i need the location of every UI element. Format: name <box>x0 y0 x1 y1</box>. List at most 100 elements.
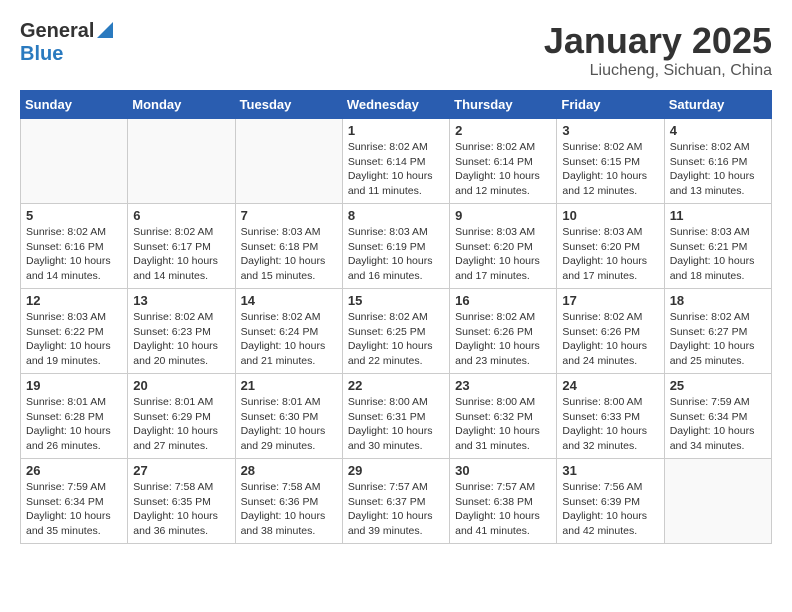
calendar-day-cell: 18 Sunrise: 8:02 AM Sunset: 6:27 PM Dayli… <box>664 289 771 374</box>
calendar-day-header: Saturday <box>664 91 771 119</box>
day-number: 3 <box>562 123 658 138</box>
calendar-day-header: Sunday <box>21 91 128 119</box>
calendar-day-cell: 7Sunrise: 8:03 AM Sunset: 6:18 PM Daylig… <box>235 204 342 289</box>
day-number: 10 <box>562 208 658 223</box>
day-detail: Sunrise: 8:03 AM Sunset: 6:20 PM Dayligh… <box>562 225 658 284</box>
day-number: 9 <box>455 208 551 223</box>
day-number: 27 <box>133 463 229 478</box>
calendar-day-cell: 6 Sunrise: 8:02 AM Sunset: 6:17 PM Daylig… <box>128 204 235 289</box>
day-detail: Sunrise: 8:03 AM Sunset: 6:19 PM Dayligh… <box>348 225 444 284</box>
day-detail: Sunrise: 8:02 AM Sunset: 6:27 PM Dayligh… <box>670 310 766 369</box>
day-detail: Sunrise: 7:57 AM Sunset: 6:38 PM Dayligh… <box>455 480 551 539</box>
day-detail: Sunrise: 8:00 AM Sunset: 6:33 PM Dayligh… <box>562 395 658 454</box>
calendar-day-cell: 20 Sunrise: 8:01 AM Sunset: 6:29 PM Dayli… <box>128 374 235 459</box>
day-number: 31 <box>562 463 658 478</box>
day-detail: Sunrise: 8:03 AM Sunset: 6:20 PM Dayligh… <box>455 225 551 284</box>
day-number: 21 <box>241 378 337 393</box>
day-number: 15 <box>348 293 444 308</box>
day-number: 13 <box>133 293 229 308</box>
calendar-day-header: Tuesday <box>235 91 342 119</box>
calendar-day-cell: 5 Sunrise: 8:02 AM Sunset: 6:16 PM Daylig… <box>21 204 128 289</box>
calendar-week-row: 5 Sunrise: 8:02 AM Sunset: 6:16 PM Daylig… <box>21 204 772 289</box>
calendar-week-row: 19Sunrise: 8:01 AM Sunset: 6:28 PM Dayli… <box>21 374 772 459</box>
day-detail: Sunrise: 8:02 AM Sunset: 6:16 PM Dayligh… <box>26 225 122 284</box>
day-number: 12 <box>26 293 122 308</box>
calendar-day-cell: 25 Sunrise: 7:59 AM Sunset: 6:34 PM Dayli… <box>664 374 771 459</box>
calendar-day-cell: 15 Sunrise: 8:02 AM Sunset: 6:25 PM Dayli… <box>342 289 449 374</box>
day-detail: Sunrise: 8:01 AM Sunset: 6:29 PM Dayligh… <box>133 395 229 454</box>
logo-triangle-icon <box>97 22 113 43</box>
calendar-day-cell: 17Sunrise: 8:02 AM Sunset: 6:26 PM Dayli… <box>557 289 664 374</box>
day-detail: Sunrise: 8:02 AM Sunset: 6:17 PM Dayligh… <box>133 225 229 284</box>
day-detail: Sunrise: 8:02 AM Sunset: 6:25 PM Dayligh… <box>348 310 444 369</box>
day-detail: Sunrise: 8:02 AM Sunset: 6:24 PM Dayligh… <box>241 310 337 369</box>
calendar-day-cell: 29Sunrise: 7:57 AM Sunset: 6:37 PM Dayli… <box>342 459 449 544</box>
calendar-day-header: Friday <box>557 91 664 119</box>
day-number: 1 <box>348 123 444 138</box>
day-number: 20 <box>133 378 229 393</box>
day-number: 7 <box>241 208 337 223</box>
day-detail: Sunrise: 7:56 AM Sunset: 6:39 PM Dayligh… <box>562 480 658 539</box>
day-number: 5 <box>26 208 122 223</box>
calendar-day-cell: 12Sunrise: 8:03 AM Sunset: 6:22 PM Dayli… <box>21 289 128 374</box>
day-detail: Sunrise: 7:57 AM Sunset: 6:37 PM Dayligh… <box>348 480 444 539</box>
title-block: January 2025 Liucheng, Sichuan, China <box>544 20 772 80</box>
calendar-day-cell: 26Sunrise: 7:59 AM Sunset: 6:34 PM Dayli… <box>21 459 128 544</box>
calendar-day-cell: 1 Sunrise: 8:02 AM Sunset: 6:14 PM Daylig… <box>342 119 449 204</box>
day-number: 18 <box>670 293 766 308</box>
day-detail: Sunrise: 8:01 AM Sunset: 6:28 PM Dayligh… <box>26 395 122 454</box>
calendar-day-cell: 22 Sunrise: 8:00 AM Sunset: 6:31 PM Dayli… <box>342 374 449 459</box>
calendar-day-cell: 9 Sunrise: 8:03 AM Sunset: 6:20 PM Daylig… <box>450 204 557 289</box>
day-number: 14 <box>241 293 337 308</box>
calendar-day-header: Monday <box>128 91 235 119</box>
calendar-day-cell: 14 Sunrise: 8:02 AM Sunset: 6:24 PM Dayli… <box>235 289 342 374</box>
day-detail: Sunrise: 8:02 AM Sunset: 6:23 PM Dayligh… <box>133 310 229 369</box>
day-number: 4 <box>670 123 766 138</box>
day-detail: Sunrise: 7:59 AM Sunset: 6:34 PM Dayligh… <box>670 395 766 454</box>
calendar-day-header: Thursday <box>450 91 557 119</box>
day-number: 26 <box>26 463 122 478</box>
day-detail: Sunrise: 8:02 AM Sunset: 6:15 PM Dayligh… <box>562 140 658 199</box>
day-detail: Sunrise: 8:01 AM Sunset: 6:30 PM Dayligh… <box>241 395 337 454</box>
calendar-day-cell: 10 Sunrise: 8:03 AM Sunset: 6:20 PM Dayli… <box>557 204 664 289</box>
calendar-day-cell: 23Sunrise: 8:00 AM Sunset: 6:32 PM Dayli… <box>450 374 557 459</box>
day-number: 22 <box>348 378 444 393</box>
day-number: 6 <box>133 208 229 223</box>
calendar-day-cell: 31 Sunrise: 7:56 AM Sunset: 6:39 PM Dayli… <box>557 459 664 544</box>
calendar-week-row: 12Sunrise: 8:03 AM Sunset: 6:22 PM Dayli… <box>21 289 772 374</box>
day-detail: Sunrise: 8:00 AM Sunset: 6:31 PM Dayligh… <box>348 395 444 454</box>
logo-general-text: General <box>20 20 94 43</box>
day-detail: Sunrise: 8:02 AM Sunset: 6:16 PM Dayligh… <box>670 140 766 199</box>
calendar-week-row: 26Sunrise: 7:59 AM Sunset: 6:34 PM Dayli… <box>21 459 772 544</box>
calendar-day-header: Wednesday <box>342 91 449 119</box>
day-detail: Sunrise: 8:02 AM Sunset: 6:14 PM Dayligh… <box>348 140 444 199</box>
day-number: 30 <box>455 463 551 478</box>
calendar-day-cell: 13 Sunrise: 8:02 AM Sunset: 6:23 PM Dayli… <box>128 289 235 374</box>
calendar-day-cell: 19Sunrise: 8:01 AM Sunset: 6:28 PM Dayli… <box>21 374 128 459</box>
calendar-day-cell: 11 Sunrise: 8:03 AM Sunset: 6:21 PM Dayli… <box>664 204 771 289</box>
day-detail: Sunrise: 7:58 AM Sunset: 6:35 PM Dayligh… <box>133 480 229 539</box>
day-number: 25 <box>670 378 766 393</box>
calendar-day-cell <box>21 119 128 204</box>
day-detail: Sunrise: 7:58 AM Sunset: 6:36 PM Dayligh… <box>241 480 337 539</box>
day-number: 16 <box>455 293 551 308</box>
calendar-subtitle: Liucheng, Sichuan, China <box>544 62 772 80</box>
calendar-table: SundayMondayTuesdayWednesdayThursdayFrid… <box>20 90 772 544</box>
calendar-day-cell: 8 Sunrise: 8:03 AM Sunset: 6:19 PM Daylig… <box>342 204 449 289</box>
day-detail: Sunrise: 8:03 AM Sunset: 6:21 PM Dayligh… <box>670 225 766 284</box>
calendar-header-row: SundayMondayTuesdayWednesdayThursdayFrid… <box>21 91 772 119</box>
day-detail: Sunrise: 8:02 AM Sunset: 6:26 PM Dayligh… <box>455 310 551 369</box>
calendar-day-cell: 3 Sunrise: 8:02 AM Sunset: 6:15 PM Daylig… <box>557 119 664 204</box>
day-number: 8 <box>348 208 444 223</box>
calendar-day-cell: 21 Sunrise: 8:01 AM Sunset: 6:30 PM Dayli… <box>235 374 342 459</box>
calendar-day-cell: 2Sunrise: 8:02 AM Sunset: 6:14 PM Daylig… <box>450 119 557 204</box>
day-number: 11 <box>670 208 766 223</box>
day-number: 23 <box>455 378 551 393</box>
day-detail: Sunrise: 8:02 AM Sunset: 6:14 PM Dayligh… <box>455 140 551 199</box>
calendar-day-cell <box>128 119 235 204</box>
day-number: 24 <box>562 378 658 393</box>
day-number: 17 <box>562 293 658 308</box>
calendar-day-cell: 28 Sunrise: 7:58 AM Sunset: 6:36 PM Dayli… <box>235 459 342 544</box>
day-number: 28 <box>241 463 337 478</box>
calendar-day-cell: 4 Sunrise: 8:02 AM Sunset: 6:16 PM Daylig… <box>664 119 771 204</box>
